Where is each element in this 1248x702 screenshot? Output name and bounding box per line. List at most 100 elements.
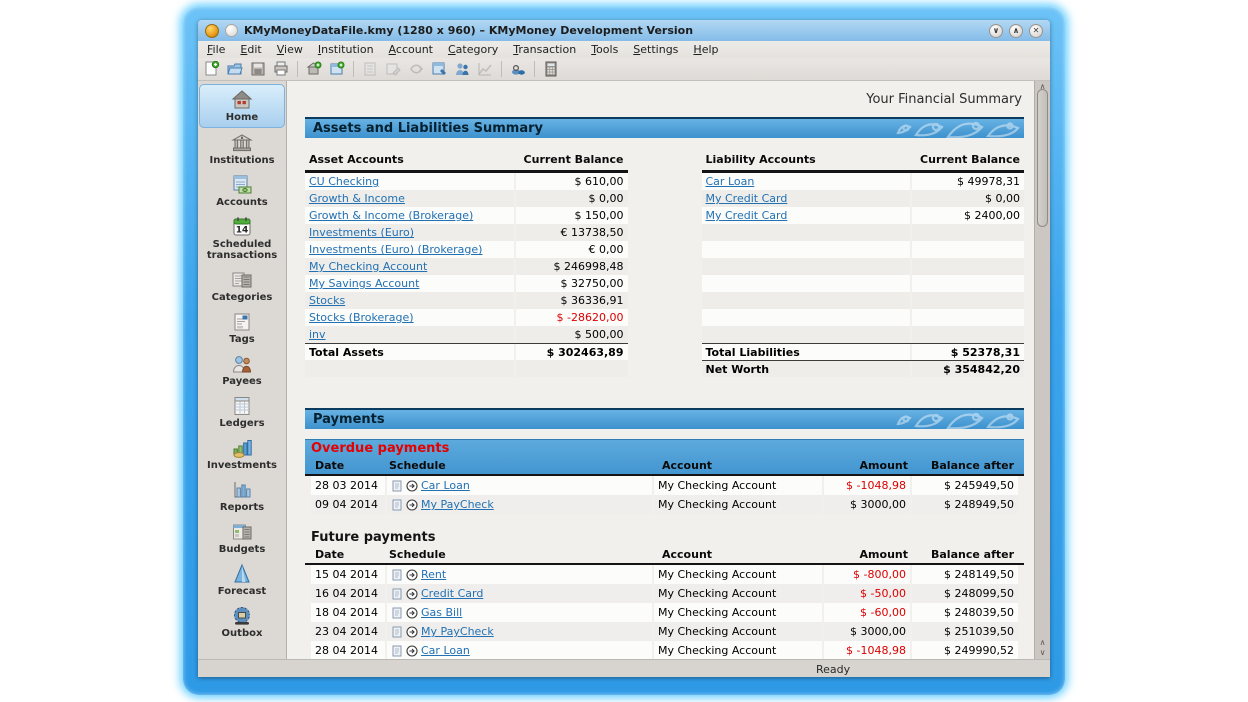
account-link[interactable]: My Savings Account — [309, 277, 419, 290]
reports-icon — [231, 478, 253, 501]
payees-view-icon[interactable] — [453, 60, 471, 78]
sidebar-item-investments[interactable]: Investments — [198, 433, 286, 475]
account-link[interactable]: Car Loan — [706, 175, 755, 188]
payment-amount: $ -60,00 — [824, 603, 910, 622]
schedule-link[interactable]: Rent — [421, 565, 446, 584]
overdue-payments-header-band: Overdue payments Date Schedule Account A… — [305, 439, 1024, 476]
reconcile-icon — [407, 60, 425, 78]
account-link[interactable]: CU Checking — [309, 175, 379, 188]
vertical-scrollbar[interactable]: ∧ ∧ ∨ — [1034, 81, 1050, 659]
titlebar[interactable]: KMyMoneyDataFile.kmy (1280 x 960) – KMyM… — [198, 20, 1050, 41]
print-icon[interactable] — [272, 60, 290, 78]
sidebar-item-ledgers[interactable]: Ledgers — [198, 391, 286, 433]
edit-schedule-icon[interactable] — [391, 607, 403, 619]
table-row: Car Loan$ 49978,31 — [702, 173, 1025, 190]
find-transaction-icon[interactable] — [509, 60, 527, 78]
account-link[interactable]: My Checking Account — [309, 260, 427, 273]
forecast-icon — [231, 562, 253, 585]
table-row: Growth & Income (Brokerage) $ 150,00 — [305, 207, 628, 224]
schedule-link[interactable]: My PayCheck — [421, 495, 494, 514]
table-row: 15 04 2014 Rent My Checking Account $ -8… — [305, 565, 1024, 584]
asset-accounts-column-header: Asset Accounts — [309, 153, 404, 166]
sidebar-item-forecast[interactable]: Forecast — [198, 559, 286, 601]
enter-schedule-icon[interactable] — [406, 480, 418, 492]
enter-schedule-icon[interactable] — [406, 626, 418, 638]
open-file-icon[interactable] — [226, 60, 244, 78]
account-link[interactable]: Growth & Income — [309, 192, 405, 205]
payment-date: 09 04 2014 — [311, 495, 385, 514]
menu-category[interactable]: Category — [448, 43, 498, 56]
account-link[interactable]: Growth & Income (Brokerage) — [309, 209, 473, 222]
edit-schedule-icon[interactable] — [391, 626, 403, 638]
scroll-up-icon[interactable]: ∧ — [1035, 639, 1050, 647]
new-institution-icon[interactable] — [305, 60, 323, 78]
schedule-link[interactable]: Credit Card — [421, 584, 483, 603]
enter-schedule-icon[interactable] — [406, 569, 418, 581]
menu-help[interactable]: Help — [693, 43, 718, 56]
sidebar-item-outbox[interactable]: Outbox — [198, 601, 286, 643]
edit-schedule-icon[interactable] — [391, 645, 403, 657]
window-menu-icon[interactable] — [225, 24, 238, 37]
sidebar-item-label: Payees — [222, 376, 262, 387]
sidebar-item-budgets[interactable]: Budgets — [198, 517, 286, 559]
schedule-link[interactable]: Car Loan — [421, 641, 470, 659]
enter-schedule-icon[interactable] — [406, 607, 418, 619]
account-link[interactable]: Stocks (Brokerage) — [309, 311, 414, 324]
current-balance-column-header: Current Balance — [920, 153, 1020, 166]
account-link[interactable]: Stocks — [309, 294, 345, 307]
enter-schedule-icon[interactable] — [406, 588, 418, 600]
accounts-view-icon[interactable] — [430, 60, 448, 78]
enter-schedule-icon[interactable] — [406, 499, 418, 511]
account-link[interactable]: Investments (Euro) — [309, 226, 414, 239]
menu-tools[interactable]: Tools — [591, 43, 618, 56]
assets-liabilities-header: Assets and Liabilities Summary — [305, 117, 1024, 138]
sidebar-item-reports[interactable]: Reports — [198, 475, 286, 517]
sidebar-item-payees[interactable]: Payees — [198, 349, 286, 391]
table-row: inv$ 500,00 — [305, 326, 628, 343]
account-column-header: Account — [658, 547, 826, 563]
account-link[interactable]: My Credit Card — [706, 209, 788, 222]
new-file-icon[interactable] — [203, 60, 221, 78]
minimize-button[interactable]: ∨ — [989, 24, 1003, 38]
close-button[interactable]: ✕ — [1029, 24, 1043, 38]
sidebar-item-scheduled-transactions[interactable]: 14 Scheduled transactions — [198, 212, 286, 265]
sidebar-item-label: Ledgers — [219, 418, 264, 429]
total-liabilities-row: Total Liabilities$ 52378,31 — [702, 343, 1025, 360]
menu-file[interactable]: File — [207, 43, 225, 56]
table-row: 23 04 2014 My PayCheck My Checking Accou… — [305, 622, 1024, 641]
menu-transaction[interactable]: Transaction — [513, 43, 576, 56]
account-balance: $ 150,00 — [516, 207, 628, 224]
account-link[interactable]: Investments (Euro) (Brokerage) — [309, 243, 482, 256]
menu-settings[interactable]: Settings — [633, 43, 678, 56]
edit-schedule-icon[interactable] — [391, 569, 403, 581]
scroll-down-icon[interactable]: ∨ — [1035, 649, 1050, 657]
sidebar-item-institutions[interactable]: Institutions — [198, 128, 286, 170]
edit-schedule-icon[interactable] — [391, 499, 403, 511]
sidebar-item-accounts[interactable]: Accounts — [198, 170, 286, 212]
new-account-icon[interactable] — [328, 60, 346, 78]
scrollbar-thumb[interactable] — [1037, 89, 1048, 227]
table-row: Growth & Income$ 0,00 — [305, 190, 628, 207]
schedule-link[interactable]: Gas Bill — [421, 603, 462, 622]
net-worth-row: Net Worth$ 354842,20 — [702, 360, 1025, 377]
menu-edit[interactable]: Edit — [240, 43, 261, 56]
sidebar-item-categories[interactable]: Categories — [198, 265, 286, 307]
menu-view[interactable]: View — [277, 43, 303, 56]
save-icon[interactable] — [249, 60, 267, 78]
schedule-link[interactable]: My PayCheck — [421, 622, 494, 641]
enter-schedule-icon[interactable] — [406, 645, 418, 657]
schedule-link[interactable]: Car Loan — [421, 476, 470, 495]
menu-account[interactable]: Account — [389, 43, 433, 56]
edit-schedule-icon[interactable] — [391, 480, 403, 492]
statusbar: Ready — [198, 659, 1050, 677]
asset-accounts-table: Asset Accounts Current Balance CU Checki… — [305, 150, 628, 377]
account-link[interactable]: My Credit Card — [706, 192, 788, 205]
sidebar-item-tags[interactable]: Tags — [198, 307, 286, 349]
menu-institution[interactable]: Institution — [318, 43, 374, 56]
maximize-button[interactable]: ∧ — [1009, 24, 1023, 38]
sidebar-item-home[interactable]: Home — [199, 84, 285, 128]
edit-schedule-icon[interactable] — [391, 588, 403, 600]
account-link[interactable]: inv — [309, 328, 326, 341]
calculator-icon[interactable] — [542, 60, 560, 78]
table-row: Investments (Euro) (Brokerage)€ 0,00 — [305, 241, 628, 258]
